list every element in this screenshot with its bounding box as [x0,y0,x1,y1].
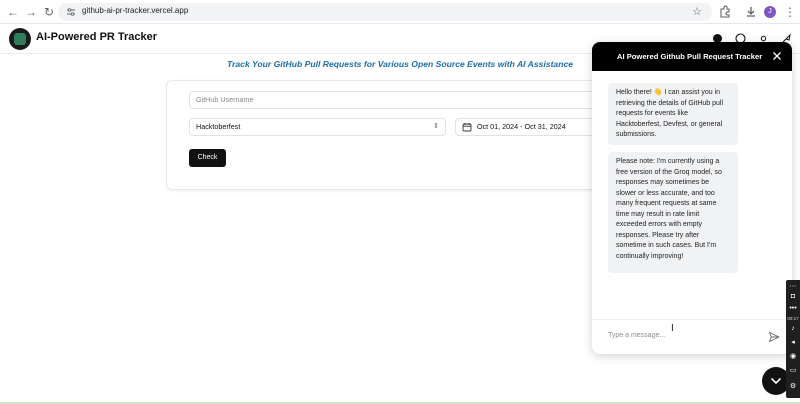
chat-header: AI Powered Github Pull Request Tracker [592,42,792,71]
date-range-value: Oct 01, 2024 - Oct 31, 2024 [477,122,566,131]
more-icon[interactable]: ••• [788,304,798,314]
download-icon[interactable] [744,5,758,19]
calendar-icon [462,123,472,132]
recording-time: 00:17 [787,316,799,321]
text-cursor: I [671,323,674,334]
screen-icon[interactable]: ▭ [788,366,798,376]
chat-input-divider [592,319,792,320]
app-logo [9,28,31,50]
chat-panel: AI Powered Github Pull Request Tracker H… [592,42,792,354]
forward-arrow-icon[interactable]: → [24,5,38,19]
reload-icon[interactable]: ↻ [42,5,56,19]
address-bar[interactable]: github-ai-pr-tracker.vercel.app ☆ [58,3,712,21]
bookmark-star-icon[interactable]: ☆ [692,5,702,18]
close-icon[interactable] [772,51,782,61]
logo-mark [14,33,26,45]
speaker-icon[interactable]: ◂ [788,338,798,348]
chevron-down-icon [770,377,782,385]
back-arrow-icon[interactable]: ← [6,5,20,19]
check-button[interactable]: Check [189,149,226,167]
profile-avatar[interactable]: J [764,6,776,18]
microphone-icon[interactable]: ♪ [788,324,798,334]
send-icon[interactable] [768,331,780,343]
github-username-input[interactable]: GitHub Username [189,91,626,109]
browser-menu-icon[interactable]: ⋮ [783,5,797,19]
event-select-value: Hacktoberfest [196,122,241,131]
chat-title: AI Powered Github Pull Request Tracker [617,52,763,61]
chat-message: Hello there! 👋 I can assist you in retri… [608,83,738,145]
chevron-updown-icon: ⇕ [433,123,439,130]
url-text: github-ai-pr-tracker.vercel.app [82,6,189,15]
screen-recorder-toolbar: ⋯ ◘ ••• 00:17 ♪ ◂ ◉ ▭ ⚙ [786,280,800,398]
recorder-menu-icon[interactable]: ⋯ [788,282,798,292]
extensions-icon[interactable] [718,5,732,19]
camera-icon[interactable]: ◘ [788,292,798,302]
settings-gear-icon[interactable]: ⚙ [788,382,798,392]
webcam-icon[interactable]: ◉ [788,352,798,362]
chat-message-input[interactable]: Type a message... [608,332,665,339]
app-title: AI-Powered PR Tracker [36,31,158,43]
chat-message: Please note: I'm currently using a free … [608,152,738,273]
browser-toolbar: ← → ↻ github-ai-pr-tracker.vercel.app ☆ … [0,0,800,24]
site-settings-icon[interactable] [66,7,76,17]
event-select[interactable]: Hacktoberfest ⇕ [189,118,446,136]
